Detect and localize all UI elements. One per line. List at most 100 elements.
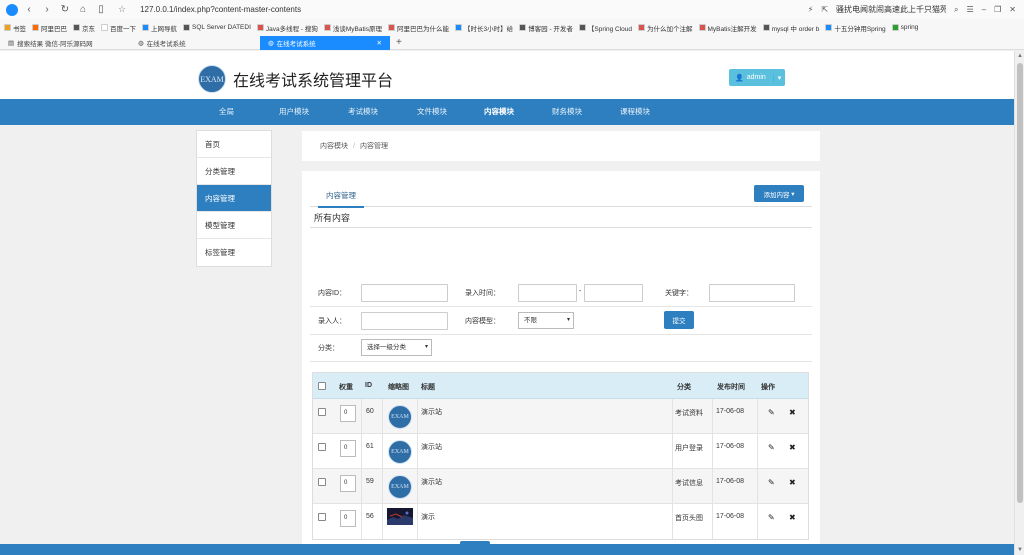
bookmark-item[interactable]: 书签: [4, 23, 26, 33]
nav-item[interactable]: 用户模块: [279, 99, 309, 125]
start-date-input[interactable]: [518, 284, 577, 302]
new-tab-icon[interactable]: +: [390, 36, 408, 50]
row-title[interactable]: 演示: [421, 512, 435, 522]
tab-content-manage[interactable]: 内容管理: [318, 187, 364, 208]
date-separator: -: [579, 288, 582, 295]
category-select[interactable]: 选择一级分类 ▾: [361, 339, 432, 356]
nav-item[interactable]: 课程模块: [620, 99, 650, 125]
browser-tab[interactable]: ◍ 在线考试系统: [130, 36, 260, 50]
row-checkbox[interactable]: [318, 513, 326, 521]
minimize-icon[interactable]: –: [982, 5, 986, 14]
bookmark-item[interactable]: 浅谈MyBatis原理: [323, 23, 382, 33]
bookmark-item[interactable]: 【Spring Cloud: [578, 23, 632, 33]
flash-icon[interactable]: ⚡: [808, 5, 814, 14]
bookmark-icon: [323, 24, 331, 31]
brand[interactable]: EXAM 在线考试系统管理平台: [198, 65, 393, 93]
delete-icon[interactable]: ✖: [789, 443, 796, 452]
bookmark-item[interactable]: 十五分钟用Spring: [825, 23, 886, 33]
weight-input[interactable]: 0: [340, 440, 356, 457]
user-menu-button[interactable]: 👤 admin ▾: [729, 69, 785, 86]
close-tab-icon[interactable]: ✕: [377, 39, 382, 47]
bookmark-item[interactable]: 阿里巴巴: [32, 23, 67, 33]
keyword-input[interactable]: [709, 284, 795, 302]
bookmark-item[interactable]: mysql 中 order b: [762, 23, 819, 33]
edit-icon[interactable]: ✎: [768, 478, 775, 487]
select-all-checkbox[interactable]: [318, 382, 326, 390]
bookmark-item[interactable]: 【时长3小时】给: [455, 23, 513, 33]
row-title[interactable]: 演示站: [421, 407, 442, 417]
bookmark-item[interactable]: 京东: [73, 23, 95, 33]
divider: [361, 469, 362, 503]
bookmark-label: 阿里巴巴为什么能: [397, 25, 450, 33]
browser-tab[interactable]: ◍ 在线考试系统 ✕: [260, 36, 390, 50]
row-title[interactable]: 演示站: [421, 477, 442, 487]
chevron-down-icon[interactable]: ▾: [773, 73, 785, 82]
home-icon[interactable]: ⌂: [76, 3, 90, 17]
row-checkbox[interactable]: [318, 478, 326, 486]
table-row: 0 56 演示 首页头图 17-06-08 ✎ ✖: [313, 504, 808, 539]
delete-icon[interactable]: ✖: [789, 478, 796, 487]
scrollbar-thumb[interactable]: [1017, 63, 1023, 503]
share-icon[interactable]: ⇱: [821, 5, 828, 14]
reader-icon[interactable]: ▯: [94, 3, 108, 17]
bookmark-item[interactable]: MyBatis注解开发: [698, 23, 757, 33]
edit-icon[interactable]: ✎: [768, 443, 775, 452]
end-date-input[interactable]: [584, 284, 643, 302]
edit-icon[interactable]: ✎: [768, 408, 775, 417]
breadcrumb-parent[interactable]: 内容模块: [320, 141, 348, 151]
bookmark-item[interactable]: SQL Server DATEDI: [183, 24, 251, 31]
filter-submit-button[interactable]: 提交: [664, 311, 694, 329]
bookmark-star-icon[interactable]: ☆: [118, 4, 126, 15]
close-window-icon[interactable]: ✕: [1009, 5, 1016, 14]
weight-input[interactable]: 0: [340, 405, 356, 422]
category-label: 分类：: [318, 345, 339, 352]
browser-tab[interactable]: ▤ 搜索结果 微信-阿乐源码网: [0, 36, 130, 50]
bookmark-label: SQL Server DATEDI: [192, 24, 251, 31]
nav-item[interactable]: 文件模块: [417, 99, 447, 125]
forward-icon[interactable]: ›: [40, 3, 54, 17]
add-content-button[interactable]: 添加内容 ▾: [754, 185, 804, 202]
delete-icon[interactable]: ✖: [789, 408, 796, 417]
row-checkbox[interactable]: [318, 443, 326, 451]
bookmark-item[interactable]: Java多线程 - 搜狗: [256, 23, 318, 33]
edit-icon[interactable]: ✎: [768, 513, 775, 522]
sidebar-item[interactable]: 分类管理: [197, 158, 271, 185]
reload-icon[interactable]: ↻: [58, 3, 72, 17]
search-icon[interactable]: ⌕: [954, 5, 958, 15]
main-nav: 全局 用户模块 考试模块 文件模块 内容模块 财务模块 课程模块: [0, 99, 1014, 125]
nav-item[interactable]: 考试模块: [348, 99, 378, 125]
promo-text[interactable]: 骚扰电闻就闹高速此上千只猫死亡: [836, 4, 946, 15]
sidebar-item[interactable]: 首页: [197, 131, 271, 158]
bookmark-item[interactable]: 博客园 - 开发者: [519, 23, 573, 33]
bookmark-item[interactable]: 阿里巴巴为什么能: [388, 23, 449, 33]
address-input[interactable]: 127.0.0.1/index.php?content-master-conte…: [140, 5, 301, 14]
bookmark-item[interactable]: 为什么加个注解: [638, 23, 693, 33]
scroll-down-icon[interactable]: ▼: [1017, 547, 1023, 553]
bookmark-item[interactable]: spring: [891, 24, 918, 31]
nav-item[interactable]: 全局: [219, 99, 234, 125]
entry-user-input[interactable]: [361, 312, 448, 330]
bookmark-label: 十五分钟用Spring: [834, 25, 886, 33]
divider: [310, 306, 812, 307]
restore-icon[interactable]: ❐: [994, 5, 1001, 14]
sidebar-item[interactable]: 标签管理: [197, 239, 271, 266]
scroll-up-icon[interactable]: ▲: [1017, 53, 1023, 59]
delete-icon[interactable]: ✖: [789, 513, 796, 522]
bookmark-item[interactable]: 上网导航: [142, 23, 177, 33]
row-title[interactable]: 演示站: [421, 442, 442, 452]
sidebar-item[interactable]: 模型管理: [197, 212, 271, 239]
row-checkbox[interactable]: [318, 408, 326, 416]
menu-icon[interactable]: ☰: [967, 5, 974, 14]
model-select[interactable]: 不限 ▾: [518, 312, 574, 329]
divider: [757, 434, 758, 468]
nav-item[interactable]: 内容模块: [484, 99, 514, 125]
nav-item[interactable]: 财务模块: [552, 99, 582, 125]
page-scrollbar[interactable]: ▲ ▼: [1014, 51, 1024, 555]
weight-input[interactable]: 0: [340, 475, 356, 492]
bookmark-item[interactable]: 百度一下: [101, 23, 136, 33]
weight-input[interactable]: 0: [340, 510, 356, 527]
bookmark-label: 上网导航: [151, 25, 177, 33]
content-id-input[interactable]: [361, 284, 448, 302]
back-icon[interactable]: ‹: [22, 3, 36, 17]
sidebar-item[interactable]: 内容管理: [197, 185, 271, 212]
